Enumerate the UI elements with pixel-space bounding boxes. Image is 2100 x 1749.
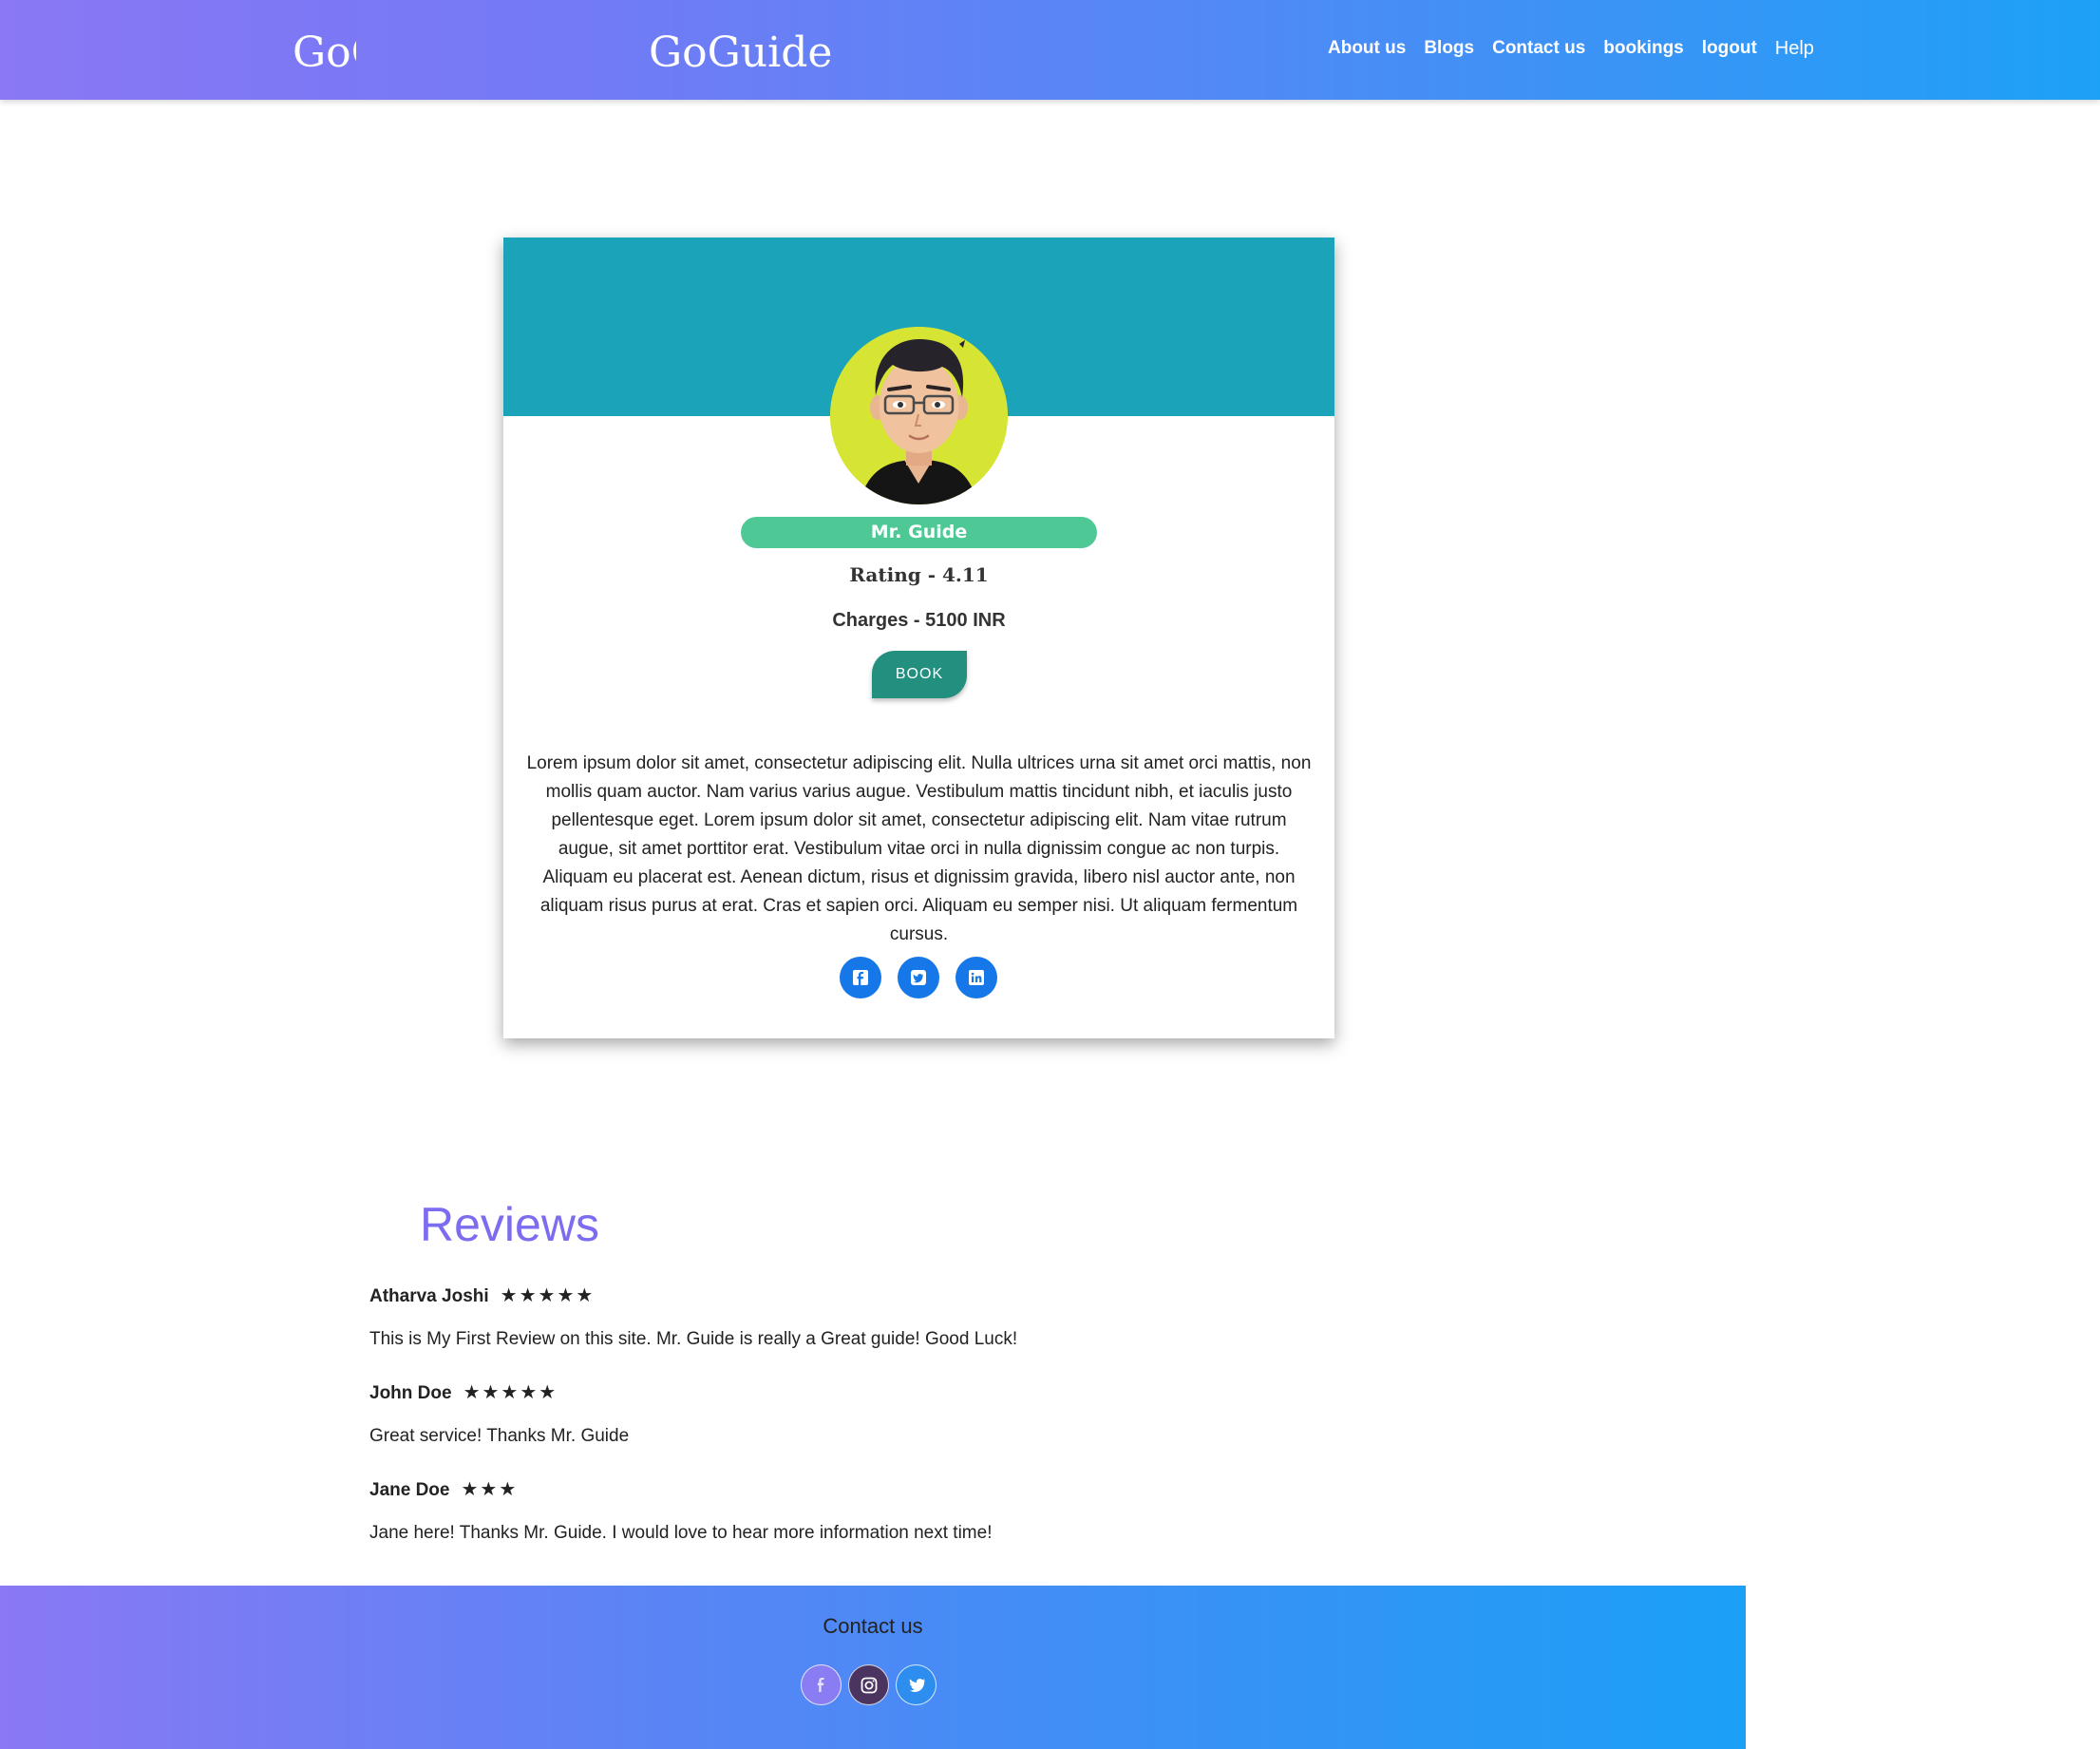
review-text: Jane here! Thanks Mr. Guide. I would lov… (369, 1523, 993, 1543)
linkedin-icon[interactable] (955, 957, 997, 998)
review-author: Atharva Joshi (369, 1286, 489, 1306)
review-author: John Doe (369, 1383, 452, 1403)
review-stars: ★★★ (461, 1479, 519, 1500)
ghost-brand-logo: GoG (293, 29, 356, 77)
nav-bookings[interactable]: bookings (1603, 38, 1683, 60)
review-author: Jane Doe (369, 1480, 450, 1500)
nav-blogs[interactable]: Blogs (1424, 38, 1474, 60)
brand-logo[interactable]: GoGuide (649, 29, 832, 77)
ghost-navbar-overlay: GoG (0, 0, 356, 100)
nav-about-us[interactable]: About us (1328, 38, 1406, 60)
nav-help[interactable]: Help (1775, 38, 1814, 60)
book-button[interactable]: BOOK (872, 651, 967, 698)
instagram-icon[interactable] (848, 1664, 889, 1705)
review-header: John Doe ★★★★★ (369, 1380, 629, 1404)
nav-contact-us[interactable]: Contact us (1492, 38, 1585, 60)
navbar: GoG GoGuide About us Blogs Contact us bo… (0, 0, 2100, 100)
review-text: Great service! Thanks Mr. Guide (369, 1426, 630, 1446)
guide-charges: Charges - 5100 INR (832, 610, 1006, 631)
review-stars: ★★★★★ (463, 1382, 558, 1403)
footer-social-links (801, 1664, 936, 1705)
card-social-links (840, 957, 997, 998)
nav-logout[interactable]: logout (1702, 38, 1757, 60)
nav-links: About us Blogs Contact us bookings logou… (1328, 38, 1832, 60)
review-header: Jane Doe ★★★ (369, 1477, 992, 1501)
facebook-icon[interactable] (840, 957, 881, 998)
review-stars: ★★★★★ (500, 1285, 596, 1306)
twitter-icon[interactable] (898, 957, 939, 998)
guide-name-badge: Mr. Guide (741, 517, 1097, 548)
review-item: Jane Doe ★★★ Jane here! Thanks Mr. Guide.… (369, 1477, 992, 1544)
footer: Contact us (0, 1586, 1746, 1749)
guide-profile-card: Mr. Guide Rating - 4.11 Charges - 5100 I… (503, 238, 1334, 1038)
review-header: Atharva Joshi ★★★★★ (369, 1283, 1017, 1307)
guide-avatar (830, 327, 1008, 504)
guide-bio: Lorem ipsum dolor sit amet, consectetur … (526, 753, 1312, 944)
review-item: Atharva Joshi ★★★★★ This is My First Revi… (369, 1283, 1017, 1350)
footer-contact-heading: Contact us (823, 1614, 923, 1638)
guide-rating: Rating - 4.11 (849, 563, 989, 586)
review-text: This is My First Review on this site. Mr… (369, 1329, 1018, 1349)
reviews-heading: Reviews (420, 1198, 599, 1251)
review-item: John Doe ★★★★★ Great service! Thanks Mr. … (369, 1380, 629, 1447)
facebook-icon[interactable] (801, 1664, 842, 1705)
twitter-icon[interactable] (896, 1664, 936, 1705)
